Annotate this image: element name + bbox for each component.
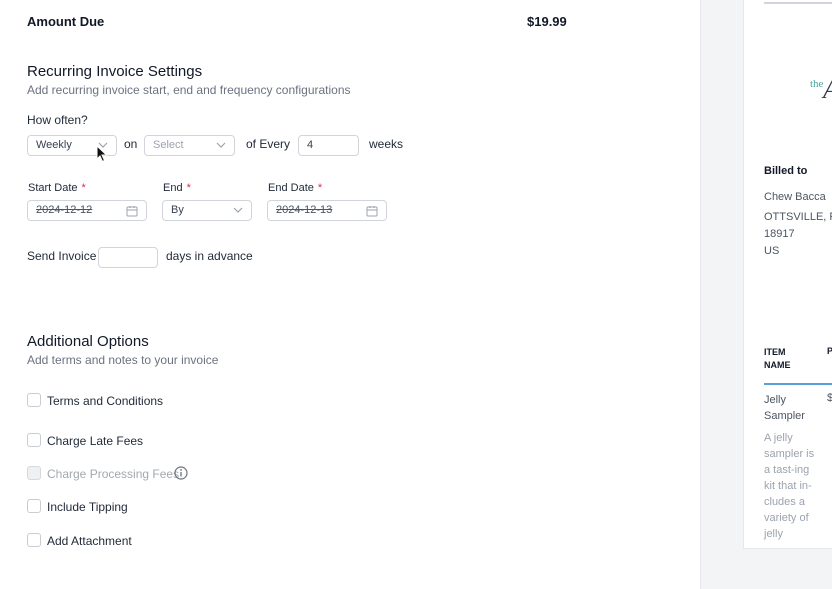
chevron-down-icon [233, 207, 243, 213]
how-often-label: How often? [27, 113, 88, 127]
mouse-cursor-icon [96, 145, 108, 163]
interval-unit-label: weeks [369, 137, 404, 151]
company-logo-small: the [810, 78, 824, 90]
preview-bottom-border [743, 548, 832, 549]
customer-name: Chew Bacca [764, 191, 826, 203]
processing-fees-label: Charge Processing Fees [47, 467, 180, 481]
end-date-field[interactable]: 2024-12-13 [267, 200, 387, 221]
item-price: $ [827, 392, 832, 404]
billed-to-label: Billed to [764, 165, 808, 177]
day-select[interactable]: Select [144, 135, 235, 156]
company-logo-large: A [823, 75, 832, 105]
late-fees-label[interactable]: Charge Late Fees [47, 434, 143, 448]
terms-label[interactable]: Terms and Conditions [47, 394, 163, 408]
address-line-3: US [764, 245, 780, 257]
additional-options-subtitle: Add terms and notes to your invoice [27, 353, 219, 367]
preview-divider [764, 2, 832, 4]
table-header-divider [764, 383, 832, 385]
item-name: Jelly Sampler [764, 394, 805, 422]
chevron-down-icon [216, 142, 226, 148]
terms-checkbox[interactable] [27, 393, 41, 407]
amount-due-label: Amount Due [27, 14, 105, 29]
days-advance-input[interactable] [98, 247, 158, 268]
processing-fees-checkbox [27, 466, 41, 480]
info-icon[interactable] [174, 466, 188, 480]
attachment-checkbox[interactable] [27, 533, 41, 547]
start-date-field[interactable]: 2024-12-12 [27, 200, 147, 221]
recurring-settings-subtitle: Add recurring invoice start, end and fre… [27, 83, 351, 97]
frequency-select-value: Weekly [36, 139, 72, 151]
address-line-2: 18917 [764, 228, 795, 240]
end-label: End * [163, 182, 191, 194]
end-select[interactable]: By [162, 200, 252, 221]
end-date-value: 2024-12-13 [276, 204, 333, 216]
additional-options-title: Additional Options [27, 333, 149, 350]
address-line-1: OTTSVILLE, PA [764, 211, 832, 223]
calendar-icon [126, 206, 138, 217]
tipping-label[interactable]: Include Tipping [47, 500, 128, 514]
interval-input[interactable]: 4 [298, 135, 359, 156]
calendar-icon [366, 206, 378, 217]
of-every-label: of Every [246, 137, 291, 151]
late-fees-checkbox[interactable] [27, 433, 41, 447]
column-header-price: P [827, 346, 832, 356]
tipping-checkbox[interactable] [27, 499, 41, 513]
day-select-placeholder: Select [153, 139, 184, 151]
amount-due-value: $19.99 [527, 14, 567, 29]
column-header-item-name: ITEM NAME [764, 347, 791, 370]
start-date-label: Start Date * [28, 182, 86, 194]
recurring-settings-title: Recurring Invoice Settings [27, 63, 203, 80]
attachment-label[interactable]: Add Attachment [47, 534, 132, 548]
end-select-value: By [171, 204, 184, 216]
end-date-label: End Date * [268, 182, 323, 194]
send-invoice-label: Send Invoice [27, 249, 97, 263]
days-advance-label: days in advance [166, 249, 253, 263]
on-label: on [124, 137, 138, 151]
item-description: A jelly sampler is a tast-ing kit that i… [764, 432, 815, 540]
invoice-preview: the A Billed to Chew Bacca OTTSVILLE, PA… [743, 0, 832, 548]
start-date-value: 2024-12-12 [36, 204, 93, 216]
